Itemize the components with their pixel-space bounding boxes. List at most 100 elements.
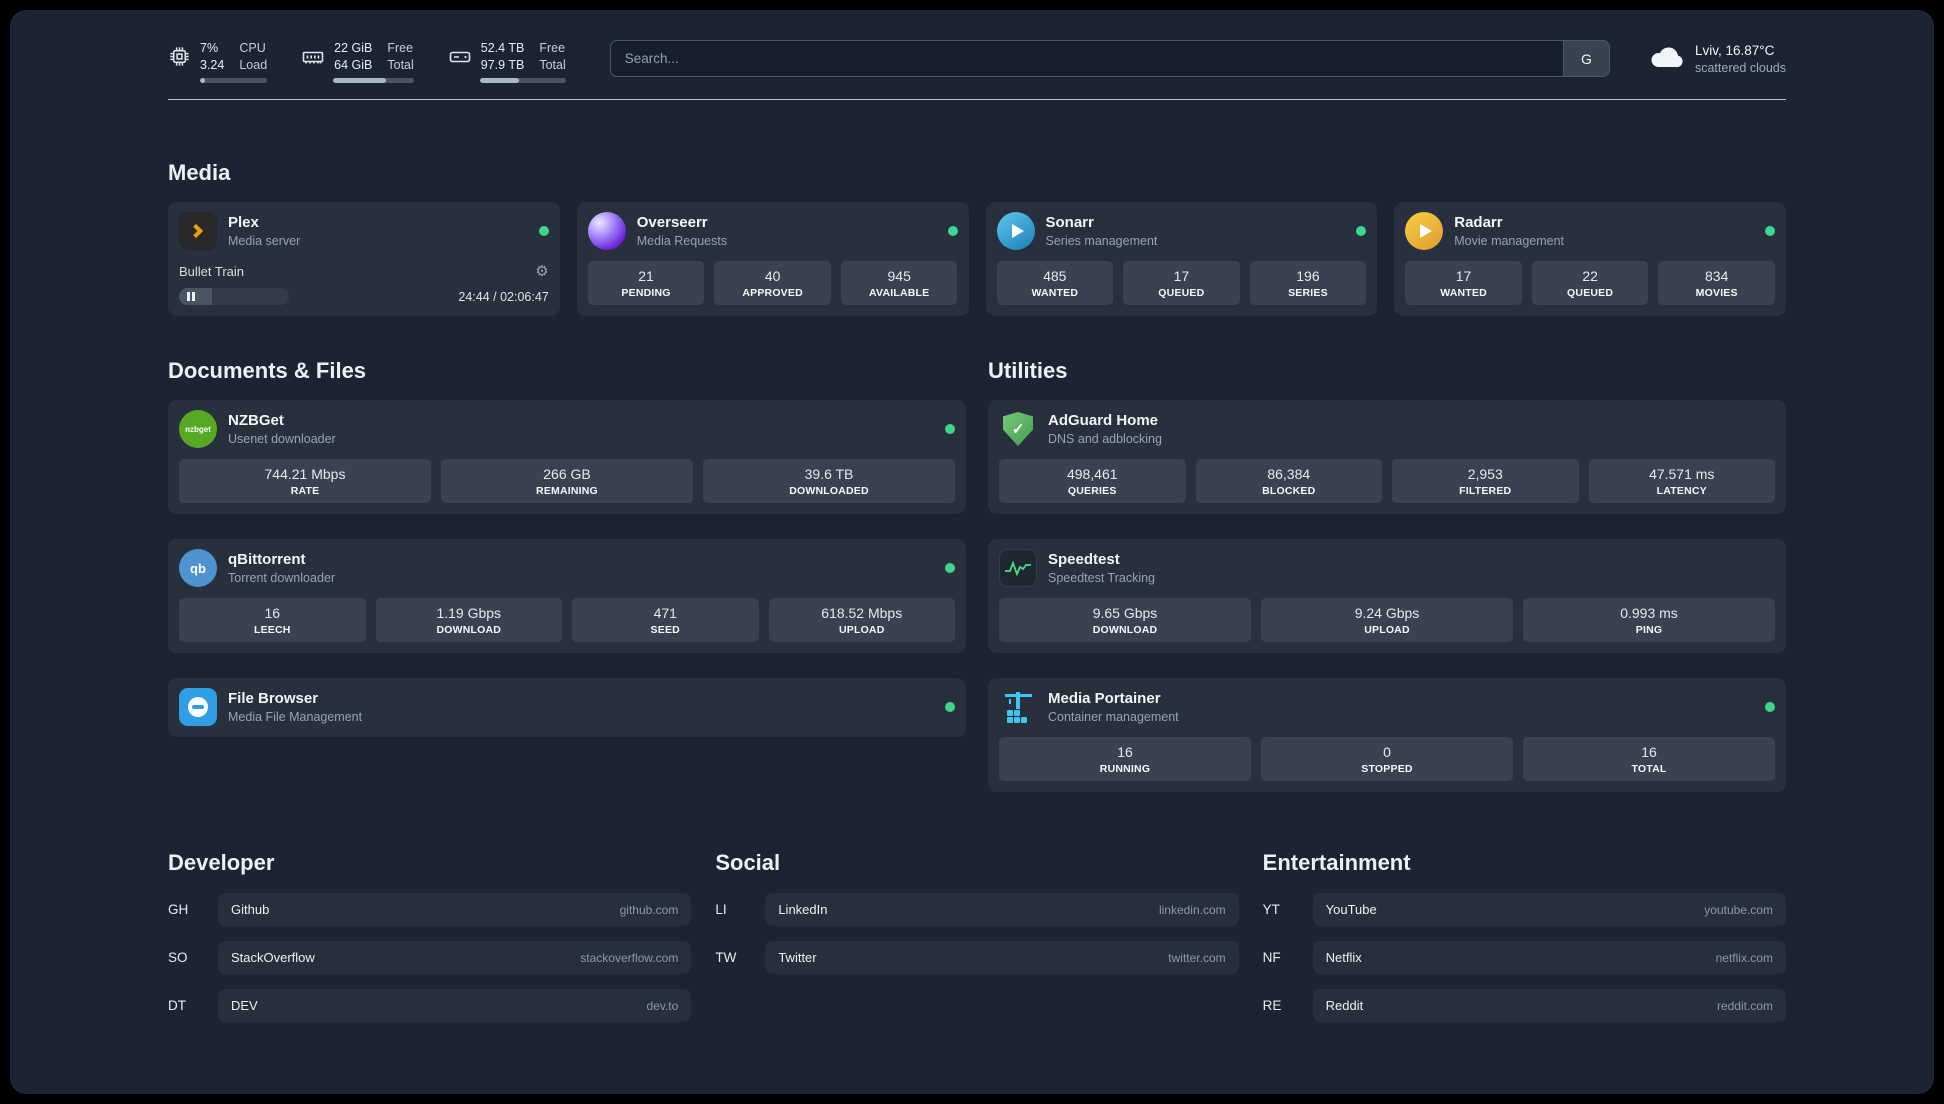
stat-value: 618.52 Mbps [821, 605, 903, 621]
bookmark-link[interactable]: DEV dev.to [218, 989, 692, 1022]
memory-value-secondary: 64 GiB [334, 57, 373, 72]
stat-label: PENDING [621, 287, 671, 299]
container-crane-icon [1005, 692, 1032, 723]
pause-icon[interactable] [187, 292, 195, 301]
service-meta: Speedtest Speedtest Tracking [1048, 551, 1155, 585]
stat-value: 16 [1641, 744, 1657, 760]
service-card-radarr[interactable]: Radarr Movie management 17 WANTED 22 QUE… [1394, 202, 1786, 316]
playback-progress-bar[interactable] [179, 288, 289, 305]
service-card-plex[interactable]: Plex Media server Bullet Train ⚙ 24:44 /… [168, 202, 560, 316]
stat-label: FILTERED [1459, 485, 1512, 497]
service-card-filebrowser[interactable]: File Browser Media File Management [168, 678, 966, 737]
search-provider-button[interactable]: G [1562, 41, 1609, 76]
stat-value: 266 GB [543, 466, 591, 482]
section-title-documents: Documents & Files [168, 358, 367, 383]
service-card-nzbget[interactable]: nzbget NZBGet Usenet downloader 744.21 M… [168, 400, 966, 514]
stat-tile: 1.19 Gbps DOWNLOAD [375, 598, 562, 642]
service-card-overseerr[interactable]: Overseerr Media Requests 21 PENDING 40 A… [576, 202, 969, 316]
stat-tile: 834 MOVIES [1658, 261, 1775, 305]
bookmark-url: dev.to [646, 998, 679, 1013]
stat-tile: 471 SEED [572, 598, 759, 642]
memory-icon [301, 45, 325, 69]
stat-tile: 16 RUNNING [999, 737, 1251, 781]
bookmark-list: YT YouTube youtube.com NF Netflix netfli… [1263, 893, 1786, 1022]
bookmark-abbr: RE [1262, 998, 1282, 1013]
stat-tile: 744.21 Mbps RATE [179, 459, 431, 503]
service-meta: File Browser Media File Management [228, 690, 362, 724]
section-title-entertainment: Entertainment [1262, 850, 1411, 875]
stat-tile: 39.6 TB DOWNLOADED [703, 459, 955, 503]
service-stats: 9.65 Gbps DOWNLOAD 9.24 Gbps UPLOAD 0.99… [999, 598, 1775, 642]
bookmark-twitter: TW Twitter twitter.com [715, 941, 1239, 974]
bookmark-youtube: YT YouTube youtube.com [1263, 893, 1786, 926]
service-card-qbittorrent[interactable]: qb qBittorrent Torrent downloader 16 LEE… [168, 539, 966, 653]
disk-labels: Free Total [539, 40, 565, 73]
cpu-value-secondary: 3.24 [200, 57, 225, 72]
service-name: File Browser [228, 689, 319, 707]
service-card-portainer[interactable]: Media Portainer Container management 16 … [988, 678, 1786, 792]
bookmark-link[interactable]: YouTube youtube.com [1312, 893, 1786, 926]
service-description: Series management [1045, 234, 1158, 249]
stat-tile: 0.993 ms PING [1523, 598, 1775, 642]
stat-tile: 0 STOPPED [1261, 737, 1513, 781]
bookmark-link[interactable]: Github github.com [218, 893, 692, 926]
stat-value: 40 [764, 268, 781, 284]
stat-label: RATE [290, 485, 320, 497]
service-name: AdGuard Home [1048, 411, 1159, 429]
bookmark-abbr: YT [1262, 902, 1280, 917]
memory-widget: 22 GiB 64 GiB Free Total [301, 40, 414, 83]
disk-label-primary: Free [539, 41, 566, 56]
sonarr-icon [996, 212, 1035, 250]
utilities-section: Utilities ✓ AdGuard Home DNS and adblock… [988, 358, 1786, 792]
service-card-sonarr[interactable]: Sonarr Series management 485 WANTED 17 Q… [985, 202, 1378, 316]
stat-value: 47.571 ms [1649, 466, 1715, 482]
cpu-widget: 7% 3.24 CPU Load [168, 40, 268, 83]
stat-label: AVAILABLE [869, 287, 930, 299]
documents-cards: nzbget NZBGet Usenet downloader 744.21 M… [168, 400, 966, 737]
stat-label: DOWNLOADED [789, 485, 869, 497]
stat-label: STOPPED [1361, 763, 1413, 775]
stat-tile: 2,953 FILTERED [1392, 459, 1579, 503]
service-meta: Sonarr Series management [1046, 214, 1158, 248]
bookmark-url: github.com [619, 902, 679, 917]
play-icon [1420, 224, 1433, 238]
nzbget-icon-label: nzbget [185, 424, 211, 434]
stat-value: 16 [1117, 744, 1133, 760]
status-dot [1765, 702, 1775, 712]
bookmark-abbr: NF [1262, 950, 1281, 965]
service-description: Media File Management [228, 710, 363, 725]
cpu-usage-bar [200, 77, 268, 83]
cloud-icon [1648, 44, 1684, 76]
cpu-values: 7% 3.24 [200, 40, 224, 73]
weather-location: Lviv, 16.87°C [1694, 42, 1775, 58]
bookmark-url: netflix.com [1715, 950, 1773, 965]
service-description: Movie management [1454, 234, 1565, 249]
service-card-adguard[interactable]: ✓ AdGuard Home DNS and adblocking 498,46… [988, 400, 1786, 514]
service-name: Sonarr [1045, 213, 1094, 231]
cpu-usage-fill [200, 77, 205, 83]
nzbget-icon: nzbget [179, 410, 217, 448]
bookmark-url: reddit.com [1716, 998, 1773, 1013]
bookmark-link[interactable]: Netflix netflix.com [1312, 941, 1786, 974]
service-description: Speedtest Tracking [1048, 571, 1156, 586]
stat-tile: 9.65 Gbps DOWNLOAD [999, 598, 1251, 642]
bookmark-link[interactable]: StackOverflow stackoverflow.com [218, 941, 692, 974]
bookmark-link[interactable]: LinkedIn linkedin.com [765, 893, 1239, 926]
bookmark-url: youtube.com [1704, 902, 1773, 917]
service-card-speedtest[interactable]: Speedtest Speedtest Tracking 9.65 Gbps D… [988, 539, 1786, 653]
settings-gear-icon[interactable]: ⚙ [535, 262, 548, 280]
search-input[interactable] [610, 41, 1563, 76]
stat-label: PING [1635, 624, 1663, 636]
service-header: Speedtest Speedtest Tracking [999, 549, 1775, 587]
disk-value-primary: 52.4 TB [480, 41, 525, 56]
stat-tile: 17 QUEUED [1123, 261, 1240, 305]
stat-value: 945 [887, 268, 911, 284]
service-meta: AdGuard Home DNS and adblocking [1048, 412, 1162, 446]
bookmark-link[interactable]: Reddit reddit.com [1312, 989, 1786, 1022]
cpu-value-primary: 7% [200, 41, 219, 56]
speedtest-icon [999, 549, 1037, 587]
bookmark-link[interactable]: Twitter twitter.com [765, 941, 1239, 974]
stat-value: 744.21 Mbps [264, 466, 346, 482]
bookmark-abbr: TW [715, 950, 737, 965]
disk-icon [448, 45, 472, 69]
